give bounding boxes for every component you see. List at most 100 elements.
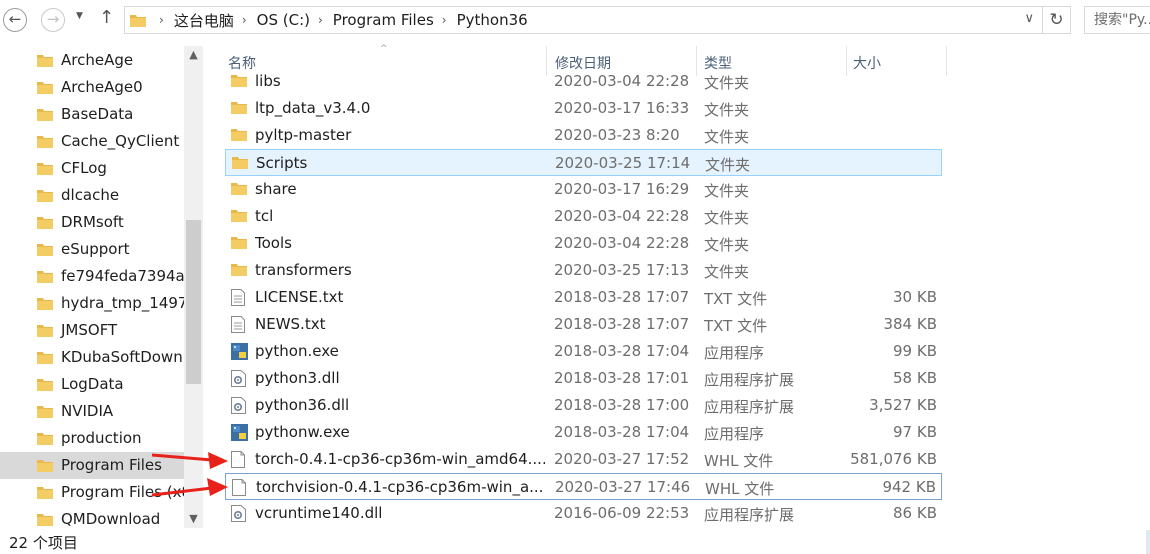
folder-icon bbox=[37, 377, 53, 395]
breadcrumb-python36[interactable]: Python36 bbox=[457, 11, 528, 29]
sidebar-item[interactable]: QMDownload bbox=[0, 506, 184, 528]
file-name: share bbox=[255, 180, 297, 198]
file-row[interactable]: pythonw.exe 2018-03-28 17:04 应用程序 97 KB bbox=[225, 419, 942, 446]
file-row[interactable]: libs 2020-03-04 22:28 文件夹 bbox=[225, 74, 942, 95]
file-name: libs bbox=[255, 74, 281, 90]
sidebar-item[interactable]: fe794feda7394a1 bbox=[0, 263, 184, 290]
sidebar-item[interactable]: CFLog bbox=[0, 155, 184, 182]
sidebar-item[interactable]: ArcheAge0 bbox=[0, 74, 184, 101]
file-date: 2020-03-17 16:29 bbox=[554, 180, 690, 198]
column-header-type[interactable]: 类型 bbox=[704, 53, 732, 73]
file-type: 文件夹 bbox=[704, 182, 750, 200]
column-divider[interactable] bbox=[946, 46, 947, 76]
file-name: ltp_data_v3.4.0 bbox=[255, 99, 371, 117]
sidebar-item[interactable]: JMSOFT bbox=[0, 317, 184, 344]
back-button[interactable]: ← bbox=[3, 8, 27, 32]
chevron-right-icon[interactable]: › bbox=[318, 13, 323, 27]
file-row[interactable]: vcruntime140.dll 2016-06-09 22:53 应用程序扩展 86… bbox=[225, 500, 942, 527]
scroll-up-icon[interactable]: ▲ bbox=[184, 48, 203, 61]
forward-button[interactable]: → bbox=[41, 8, 65, 32]
sidebar-item-label: NVIDIA bbox=[61, 402, 114, 420]
sort-ascending-icon: ^ bbox=[380, 44, 388, 54]
item-count: 22 个项目 bbox=[9, 534, 78, 552]
sidebar-item[interactable]: dlcache bbox=[0, 182, 184, 209]
sidebar-item-label: BaseData bbox=[61, 105, 134, 123]
file-type: 文件夹 bbox=[704, 236, 750, 254]
chevron-right-icon[interactable]: › bbox=[442, 13, 447, 27]
file-row[interactable]: transformers 2020-03-25 17:13 文件夹 bbox=[225, 257, 942, 284]
file-type: 文件夹 bbox=[704, 74, 750, 92]
resize-corner[interactable] bbox=[1146, 530, 1150, 554]
file-type: TXT 文件 bbox=[704, 290, 768, 308]
column-header-date[interactable]: 修改日期 bbox=[555, 53, 611, 73]
file-row[interactable]: torch-0.4.1-cp36-cp36m-win_amd64.... 2020… bbox=[225, 446, 942, 473]
scroll-down-icon[interactable]: ▼ bbox=[184, 512, 203, 525]
refresh-button[interactable]: ↻ bbox=[1043, 6, 1071, 34]
sidebar-item[interactable]: DRMsoft bbox=[0, 209, 184, 236]
file-row[interactable]: ltp_data_v3.4.0 2020-03-17 16:33 文件夹 bbox=[225, 95, 942, 122]
file-date: 2020-03-27 17:46 bbox=[555, 478, 691, 496]
breadcrumb-this-pc[interactable]: 这台电脑 bbox=[174, 10, 234, 31]
column-header-size[interactable]: 大小 bbox=[853, 53, 881, 73]
dll-icon bbox=[231, 505, 246, 526]
file-row[interactable]: Scripts 2020-03-25 17:14 文件夹 bbox=[225, 149, 942, 176]
file-row[interactable]: python.exe 2018-03-28 17:04 应用程序 99 KB bbox=[225, 338, 942, 365]
blank-file-icon bbox=[232, 479, 246, 500]
file-row[interactable]: tcl 2020-03-04 22:28 文件夹 bbox=[225, 203, 942, 230]
file-type: 文件夹 bbox=[704, 101, 750, 119]
recent-locations-button[interactable]: ▼ bbox=[76, 11, 83, 21]
folder-icon bbox=[37, 350, 53, 368]
sidebar-item-label: dlcache bbox=[61, 186, 120, 204]
chevron-right-icon[interactable]: › bbox=[242, 13, 247, 27]
address-history-dropdown[interactable]: ∨ bbox=[1024, 11, 1034, 26]
sidebar-item[interactable]: eSupport bbox=[0, 236, 184, 263]
folder-icon bbox=[37, 296, 53, 314]
breadcrumb-program-files[interactable]: Program Files bbox=[333, 11, 434, 29]
file-row[interactable]: torchvision-0.4.1-cp36-cp36m-win_a... 202… bbox=[225, 473, 942, 500]
file-name: python36.dll bbox=[255, 396, 350, 414]
file-row[interactable]: NEWS.txt 2018-03-28 17:07 TXT 文件 384 KB bbox=[225, 311, 942, 338]
sidebar-item[interactable]: ArcheAge bbox=[0, 47, 184, 74]
sidebar-item-label: JMSOFT bbox=[61, 321, 118, 339]
file-row[interactable]: python3.dll 2018-03-28 17:01 应用程序扩展 58 KB bbox=[225, 365, 942, 392]
breadcrumb-os-c[interactable]: OS (C:) bbox=[257, 11, 310, 29]
sidebar-item-label: eSupport bbox=[61, 240, 130, 258]
column-header-name[interactable]: 名称 bbox=[228, 53, 256, 73]
folder-icon bbox=[231, 208, 247, 226]
file-list: libs 2020-03-04 22:28 文件夹 ltp_data_v3.4.0 20… bbox=[203, 74, 1150, 528]
column-divider[interactable] bbox=[846, 46, 847, 76]
file-date: 2016-06-09 22:53 bbox=[554, 504, 690, 522]
folder-icon bbox=[37, 404, 53, 422]
file-type: 应用程序 bbox=[704, 344, 765, 362]
scrollbar-thumb[interactable] bbox=[186, 220, 201, 384]
sidebar-item-label: DRMsoft bbox=[61, 213, 124, 231]
file-date: 2018-03-28 17:00 bbox=[554, 396, 690, 414]
search-input[interactable]: 搜索"Py... bbox=[1084, 6, 1150, 34]
file-row[interactable]: LICENSE.txt 2018-03-28 17:07 TXT 文件 30 KB bbox=[225, 284, 942, 311]
sidebar-item[interactable]: KDubaSoftDown bbox=[0, 344, 184, 371]
sidebar-item[interactable]: BaseData bbox=[0, 101, 184, 128]
dll-icon bbox=[231, 370, 246, 391]
chevron-right-icon[interactable]: › bbox=[159, 13, 164, 27]
file-size: 99 KB bbox=[893, 342, 937, 360]
file-row[interactable]: share 2020-03-17 16:29 文件夹 bbox=[225, 176, 942, 203]
sidebar-item-label: KDubaSoftDown bbox=[61, 348, 183, 366]
column-divider[interactable] bbox=[546, 46, 547, 76]
file-row[interactable]: Tools 2020-03-04 22:28 文件夹 bbox=[225, 230, 942, 257]
file-type: WHL 文件 bbox=[705, 480, 775, 498]
file-row[interactable]: pyltp-master 2020-03-23 8:20 文件夹 bbox=[225, 122, 942, 149]
sidebar-item-label: ArcheAge bbox=[61, 51, 134, 69]
file-type: 应用程序 bbox=[704, 425, 765, 443]
file-type: 文件夹 bbox=[704, 263, 750, 281]
sidebar-item[interactable]: hydra_tmp_1497 bbox=[0, 290, 184, 317]
sidebar-item[interactable]: NVIDIA bbox=[0, 398, 184, 425]
file-date: 2020-03-17 16:33 bbox=[554, 99, 690, 117]
column-divider[interactable] bbox=[696, 46, 697, 76]
sidebar-item[interactable]: LogData bbox=[0, 371, 184, 398]
folder-icon bbox=[37, 134, 53, 152]
file-row[interactable]: python36.dll 2018-03-28 17:00 应用程序扩展 3,527 … bbox=[225, 392, 942, 419]
address-bar[interactable]: › 这台电脑 › OS (C:) › Program Files › Pytho… bbox=[124, 6, 1043, 34]
folder-icon bbox=[37, 215, 53, 233]
up-button[interactable]: ↑ bbox=[99, 7, 114, 28]
sidebar-item[interactable]: Cache_QyClient bbox=[0, 128, 184, 155]
